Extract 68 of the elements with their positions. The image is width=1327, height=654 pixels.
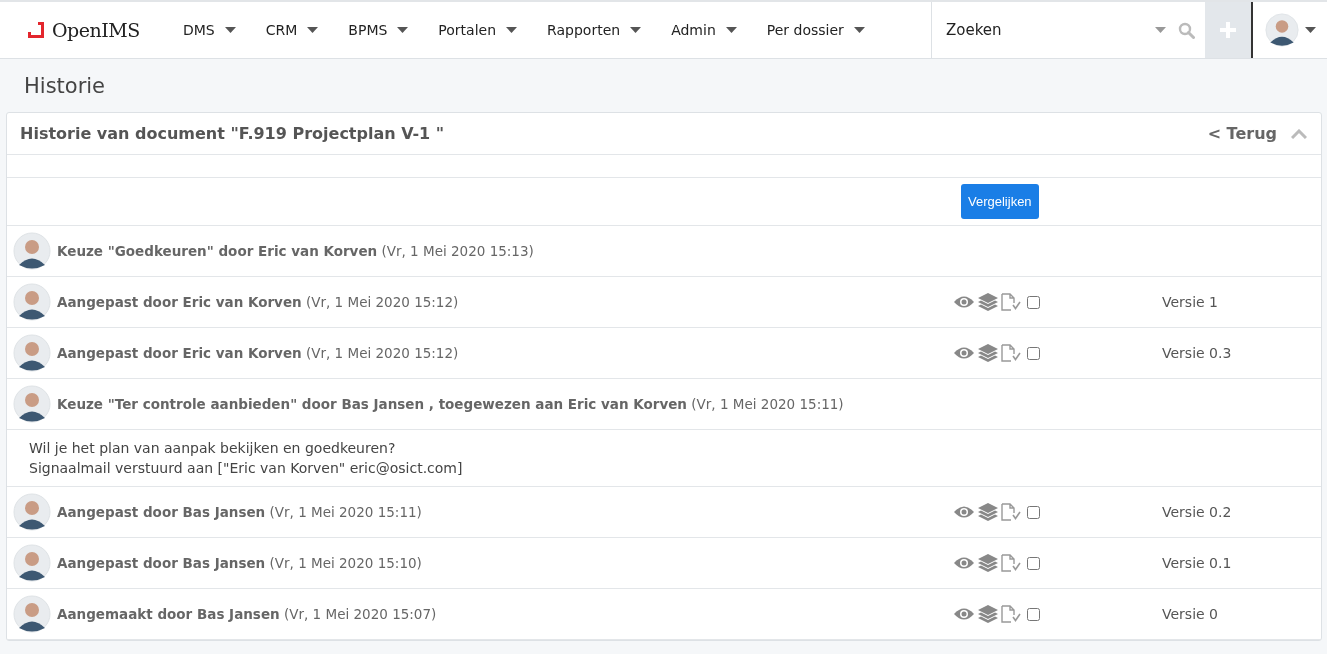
history-entry: Keuze "Goedkeuren" door Eric van Korven (Vr, 1 Mei 2020 15:13) [57, 243, 535, 259]
version-label: Versie 0.3 [1162, 345, 1232, 361]
eye-icon[interactable] [953, 295, 975, 309]
avatar [13, 595, 51, 633]
nav-menu-item[interactable]: Rapporten [536, 22, 653, 38]
compare-checkbox[interactable] [1027, 295, 1040, 309]
history-entry: Aangepast door Eric van Korven (Vr, 1 Mei 2020 15:12) [57, 345, 460, 361]
layers-icon[interactable] [978, 293, 998, 311]
eye-icon[interactable] [953, 505, 975, 519]
caret-icon [506, 27, 518, 33]
nav-menu-item[interactable]: Admin [660, 22, 748, 38]
avatar [13, 232, 51, 270]
document-check-icon[interactable] [1001, 554, 1021, 572]
caret-icon [224, 27, 236, 33]
history-entry: Keuze "Ter controle aanbieden" door Bas Jansen , toegewezen aan Eric van Korven (Vr, 1 Mei 2020 15:11) [57, 396, 845, 412]
nav-menu-item[interactable]: Portalen [427, 22, 529, 38]
avatar [13, 334, 51, 372]
compare-checkbox[interactable] [1027, 556, 1040, 570]
collapse-icon [1291, 128, 1307, 139]
compare-checkbox[interactable] [1027, 346, 1040, 360]
note-line: Wil je het plan van aanpak bekijken en goedkeuren? [29, 439, 397, 458]
page-title: Historie [23, 73, 107, 100]
eye-icon[interactable] [953, 346, 975, 360]
back-link[interactable]: < Terug [1207, 124, 1307, 143]
version-label: Versie 0.2 [1162, 504, 1232, 520]
logo-icon [28, 22, 44, 38]
layers-icon[interactable] [978, 605, 998, 623]
avatar [1264, 13, 1299, 47]
note-line: Signaalmail verstuurd aan ["Eric van Korven" eric@osict.com] [29, 459, 464, 478]
plus-icon [1219, 21, 1237, 39]
compare-button[interactable]: Vergelijken [961, 184, 1039, 219]
avatar [13, 283, 51, 321]
eye-icon[interactable] [953, 607, 975, 621]
compare-checkbox[interactable] [1027, 505, 1040, 519]
document-check-icon[interactable] [1001, 605, 1021, 623]
document-check-icon[interactable] [1001, 503, 1021, 521]
compare-checkbox[interactable] [1027, 607, 1040, 621]
eye-icon[interactable] [953, 556, 975, 570]
nav-menu-item[interactable]: CRM [254, 22, 330, 38]
avatar [13, 493, 51, 531]
document-check-icon[interactable] [1001, 293, 1021, 311]
nav-menu-item[interactable]: BPMS [337, 22, 420, 38]
layers-icon[interactable] [978, 554, 998, 572]
layers-icon[interactable] [978, 503, 998, 521]
history-entry: Aangepast door Bas Jansen (Vr, 1 Mei 2020 15:11) [57, 504, 423, 520]
history-entry: Aangepast door Bas Jansen (Vr, 1 Mei 2020 15:10) [57, 555, 423, 571]
nav-menu-item[interactable]: DMS [172, 22, 247, 38]
history-entry: Aangepast door Eric van Korven (Vr, 1 Mei 2020 15:12) [57, 294, 460, 310]
avatar [13, 385, 51, 423]
caret-icon [853, 27, 865, 33]
panel-title: Historie van document "F.919 Projectplan V-1 " [20, 124, 445, 143]
caret-icon [397, 27, 409, 33]
caret-icon [725, 27, 737, 33]
caret-icon [630, 27, 642, 33]
caret-icon [1155, 27, 1166, 33]
history-entry: Aangemaakt door Bas Jansen (Vr, 1 Mei 2020 15:07) [57, 606, 438, 622]
caret-icon [307, 27, 319, 33]
search-icon[interactable] [1178, 21, 1195, 39]
version-label: Versie 0.1 [1162, 555, 1232, 571]
add-button[interactable] [1205, 2, 1253, 58]
avatar [13, 544, 51, 582]
version-label: Versie 0 [1162, 606, 1218, 622]
version-label: Versie 1 [1162, 294, 1218, 310]
document-check-icon[interactable] [1001, 344, 1021, 362]
nav-menu-item[interactable]: Per dossier [755, 22, 876, 38]
layers-icon[interactable] [978, 344, 998, 362]
brand-name: OpenIMS [52, 19, 140, 41]
caret-icon [1304, 27, 1316, 33]
